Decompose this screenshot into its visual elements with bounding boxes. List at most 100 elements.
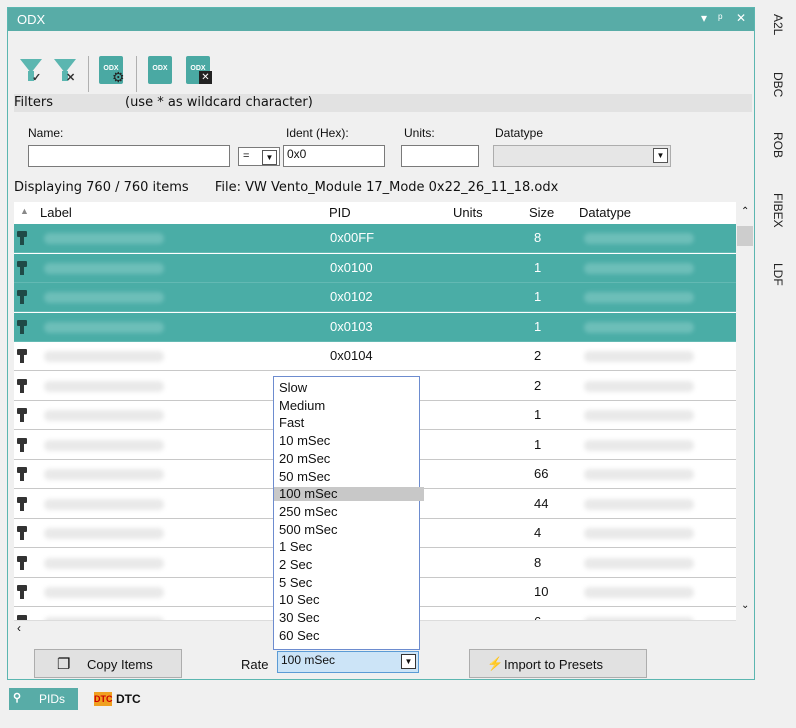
- tab-dtc[interactable]: DTC DTC: [94, 688, 164, 710]
- chevron-down-icon: ▼: [401, 654, 416, 669]
- scroll-up-icon[interactable]: ⌃: [741, 206, 749, 217]
- rate-option[interactable]: 500 mSec: [278, 522, 419, 537]
- datatype-redacted: [584, 498, 694, 510]
- col-size[interactable]: Size: [529, 205, 554, 220]
- import-presets-label: Import to Presets: [504, 657, 603, 672]
- pid-row-icon: [16, 555, 30, 571]
- label-redacted: [44, 498, 164, 510]
- filter-apply-button[interactable]: ✓: [20, 59, 42, 84]
- clear-x-icon: ✕: [66, 72, 76, 84]
- pid-row-icon: [16, 260, 30, 276]
- odx-settings-button[interactable]: ODX ⚙: [99, 56, 125, 85]
- side-tab-fibex[interactable]: FIBEX: [757, 193, 793, 243]
- rate-option[interactable]: 10 Sec: [278, 593, 419, 607]
- rate-option[interactable]: 10 mSec: [278, 434, 419, 448]
- rate-option[interactable]: 250 mSec: [278, 504, 419, 519]
- dtc-icon: DTC: [94, 692, 113, 706]
- table-row[interactable]: 0x0104 2: [14, 342, 736, 371]
- side-tab-a2l[interactable]: A2L: [757, 14, 793, 54]
- odx-open-button[interactable]: ODX: [148, 56, 172, 84]
- rate-option[interactable]: Fast: [278, 416, 419, 430]
- filters-title: Filters: [14, 95, 53, 110]
- col-label[interactable]: Label: [40, 205, 72, 220]
- col-datatype[interactable]: Datatype: [579, 205, 631, 220]
- col-pid[interactable]: PID: [329, 205, 351, 220]
- pin-icon[interactable]: ᵖ: [718, 11, 723, 25]
- datatype-redacted: [584, 321, 694, 333]
- filter-clear-button[interactable]: ✕: [54, 59, 76, 84]
- size-cell: 1: [534, 318, 542, 334]
- table-header: ▲ Label PID Units Size Datatype: [14, 202, 736, 224]
- label-redacted: [44, 321, 164, 333]
- side-tab-ldf[interactable]: LDF: [757, 263, 793, 303]
- rate-option[interactable]: 20 mSec: [278, 451, 419, 466]
- col-units[interactable]: Units: [453, 205, 483, 220]
- tab-pids[interactable]: ⚲ PIDs: [9, 688, 78, 710]
- window-menu-icon[interactable]: ▾: [701, 11, 707, 25]
- label-redacted: [44, 469, 164, 480]
- toolbar-separator: [136, 56, 137, 92]
- datatype-label: Datatype: [495, 126, 544, 140]
- bottom-tab-bar: ⚲ PIDs DTC DTC: [0, 686, 796, 728]
- size-cell: 4: [534, 525, 542, 540]
- datatype-redacted: [584, 528, 694, 539]
- size-cell: 8: [534, 554, 542, 570]
- rate-option[interactable]: 30 Sec: [278, 611, 419, 625]
- rate-option[interactable]: 60 Sec: [278, 628, 419, 643]
- rate-option[interactable]: 5 Sec: [278, 575, 419, 590]
- toolbar: ✓ ✕ ODX ⚙ ODX ODX ✕: [8, 31, 754, 99]
- datatype-redacted: [584, 439, 694, 451]
- filters-header: Filters (use * as wildcard character): [14, 94, 752, 112]
- datatype-select[interactable]: ▼: [493, 145, 671, 167]
- name-label: Name:: [28, 126, 64, 140]
- scroll-left-icon[interactable]: ‹: [17, 621, 21, 635]
- table-row[interactable]: 0x0102 1: [14, 283, 736, 312]
- rate-label: Rate: [241, 657, 269, 672]
- close-icon[interactable]: ✕: [736, 11, 746, 25]
- rate-option[interactable]: 50 mSec: [278, 469, 419, 484]
- rate-dropdown-list[interactable]: Slow Medium Fast 10 mSec 20 mSec 50 mSec 100 m…: [273, 376, 424, 650]
- scroll-down-icon[interactable]: ⌄: [741, 600, 749, 611]
- operator-select[interactable]: = ▼: [238, 147, 280, 166]
- datatype-redacted: [584, 557, 694, 569]
- rate-select[interactable]: 100 mSec ▼: [277, 651, 419, 673]
- side-tab-rob[interactable]: ROB: [757, 132, 793, 172]
- ident-input[interactable]: 0x0: [283, 145, 385, 167]
- rate-option[interactable]: 2 Sec: [278, 558, 419, 572]
- size-cell: 2: [534, 348, 542, 363]
- name-input[interactable]: [28, 145, 230, 167]
- gear-icon: ⚙: [112, 69, 125, 85]
- pid-row-icon: [16, 525, 30, 541]
- table-row[interactable]: 0x0103 1: [14, 312, 736, 342]
- import-presets-button[interactable]: ⚡ Import to Presets: [469, 649, 647, 678]
- datatype-redacted: [584, 233, 694, 244]
- rate-option[interactable]: Medium: [278, 398, 419, 413]
- displaying-count: Displaying 760 / 760 items: [14, 180, 189, 195]
- datatype-redacted: [584, 410, 694, 421]
- label-redacted: [44, 262, 164, 274]
- rate-option[interactable]: 100 mSec: [274, 487, 424, 502]
- units-input[interactable]: [401, 145, 479, 167]
- pid-row-icon: [16, 437, 30, 453]
- pid-row-icon: [16, 496, 30, 512]
- size-cell: 2: [534, 377, 542, 393]
- window-titlebar: ODX ▾ ᵖ ✕: [8, 8, 754, 31]
- import-icon: ⚡: [487, 656, 504, 671]
- rate-value: 100 mSec: [281, 653, 336, 667]
- scroll-thumb[interactable]: [737, 226, 753, 246]
- sort-icon: ▲: [20, 206, 29, 216]
- file-name: File: VW Vento_Module 17_Mode 0x22_26_11…: [214, 180, 559, 195]
- rate-option[interactable]: Slow: [278, 381, 419, 395]
- rate-option[interactable]: 1 Sec: [278, 540, 419, 554]
- side-tab-dbc[interactable]: DBC: [757, 72, 793, 112]
- label-redacted: [44, 292, 164, 303]
- odx-file-icon: ODX: [148, 56, 172, 84]
- vertical-scrollbar[interactable]: ⌃ ⌄: [736, 202, 754, 620]
- table-row[interactable]: 0x00FF 8: [14, 224, 736, 253]
- filters-hint: (use * as wildcard character): [125, 95, 313, 110]
- table-row[interactable]: 0x0100 1: [14, 253, 736, 283]
- pid-cell: 0x0103: [330, 318, 373, 334]
- size-cell: 1: [534, 289, 542, 304]
- odx-close-button[interactable]: ODX ✕: [186, 56, 212, 84]
- copy-items-button[interactable]: ❐ Copy Items: [34, 649, 182, 678]
